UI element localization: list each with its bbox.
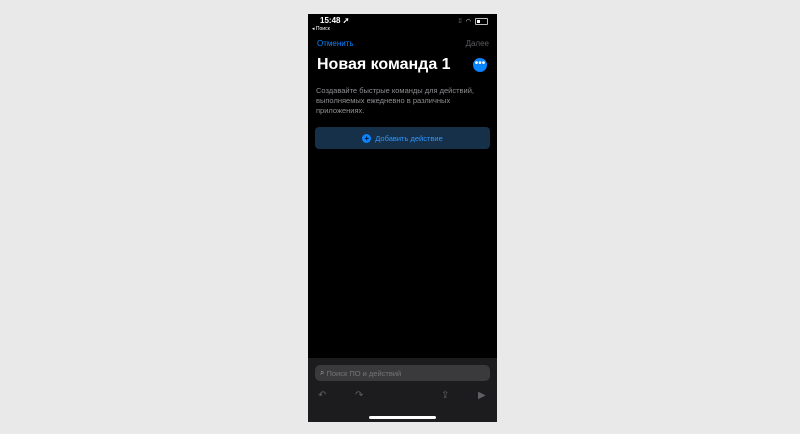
add-action-button[interactable]: + Добавить действие	[315, 127, 490, 149]
status-time: 15:48 ➚	[320, 16, 350, 25]
search-field[interactable]: ⌕	[315, 365, 490, 381]
status-bar: 15:48 ➚ ◂ Поиск ⁞⁞ ◠	[308, 14, 497, 36]
plus-icon: +	[362, 133, 372, 143]
bottom-toolbar: ↶ ↷ ⇪ ▶	[308, 390, 497, 404]
redo-icon[interactable]: ↷	[355, 390, 363, 401]
cancel-button[interactable]: Отменить	[317, 39, 354, 48]
shortcut-title[interactable]: Новая команда 1	[317, 56, 451, 74]
share-icon[interactable]: ⇪	[441, 390, 449, 401]
bottom-panel: ⌕ ↶ ↷ ⇪ ▶	[308, 358, 497, 422]
back-to-app-link[interactable]: ◂ Поиск	[312, 26, 330, 32]
play-icon[interactable]: ▶	[478, 390, 486, 401]
more-options-button[interactable]: •••	[473, 58, 487, 72]
status-icons: ⁞⁞ ◠	[458, 18, 488, 25]
battery-icon	[475, 18, 488, 25]
home-indicator	[369, 416, 436, 419]
navigation-bar: Отменить Далее	[308, 39, 497, 53]
add-action-label: Добавить действие	[375, 133, 443, 143]
search-input[interactable]	[324, 368, 490, 378]
phone-screen: 15:48 ➚ ◂ Поиск ⁞⁞ ◠ Отменить Далее Нова…	[308, 14, 497, 422]
shortcut-description: Создавайте быстрые команды для действий,…	[316, 86, 475, 115]
wifi-icon: ◠	[465, 19, 471, 25]
next-button[interactable]: Далее	[466, 39, 489, 48]
undo-icon[interactable]: ↶	[318, 390, 326, 401]
signal-icon: ⁞⁞	[458, 18, 462, 25]
ellipsis-icon: •••	[474, 58, 486, 69]
